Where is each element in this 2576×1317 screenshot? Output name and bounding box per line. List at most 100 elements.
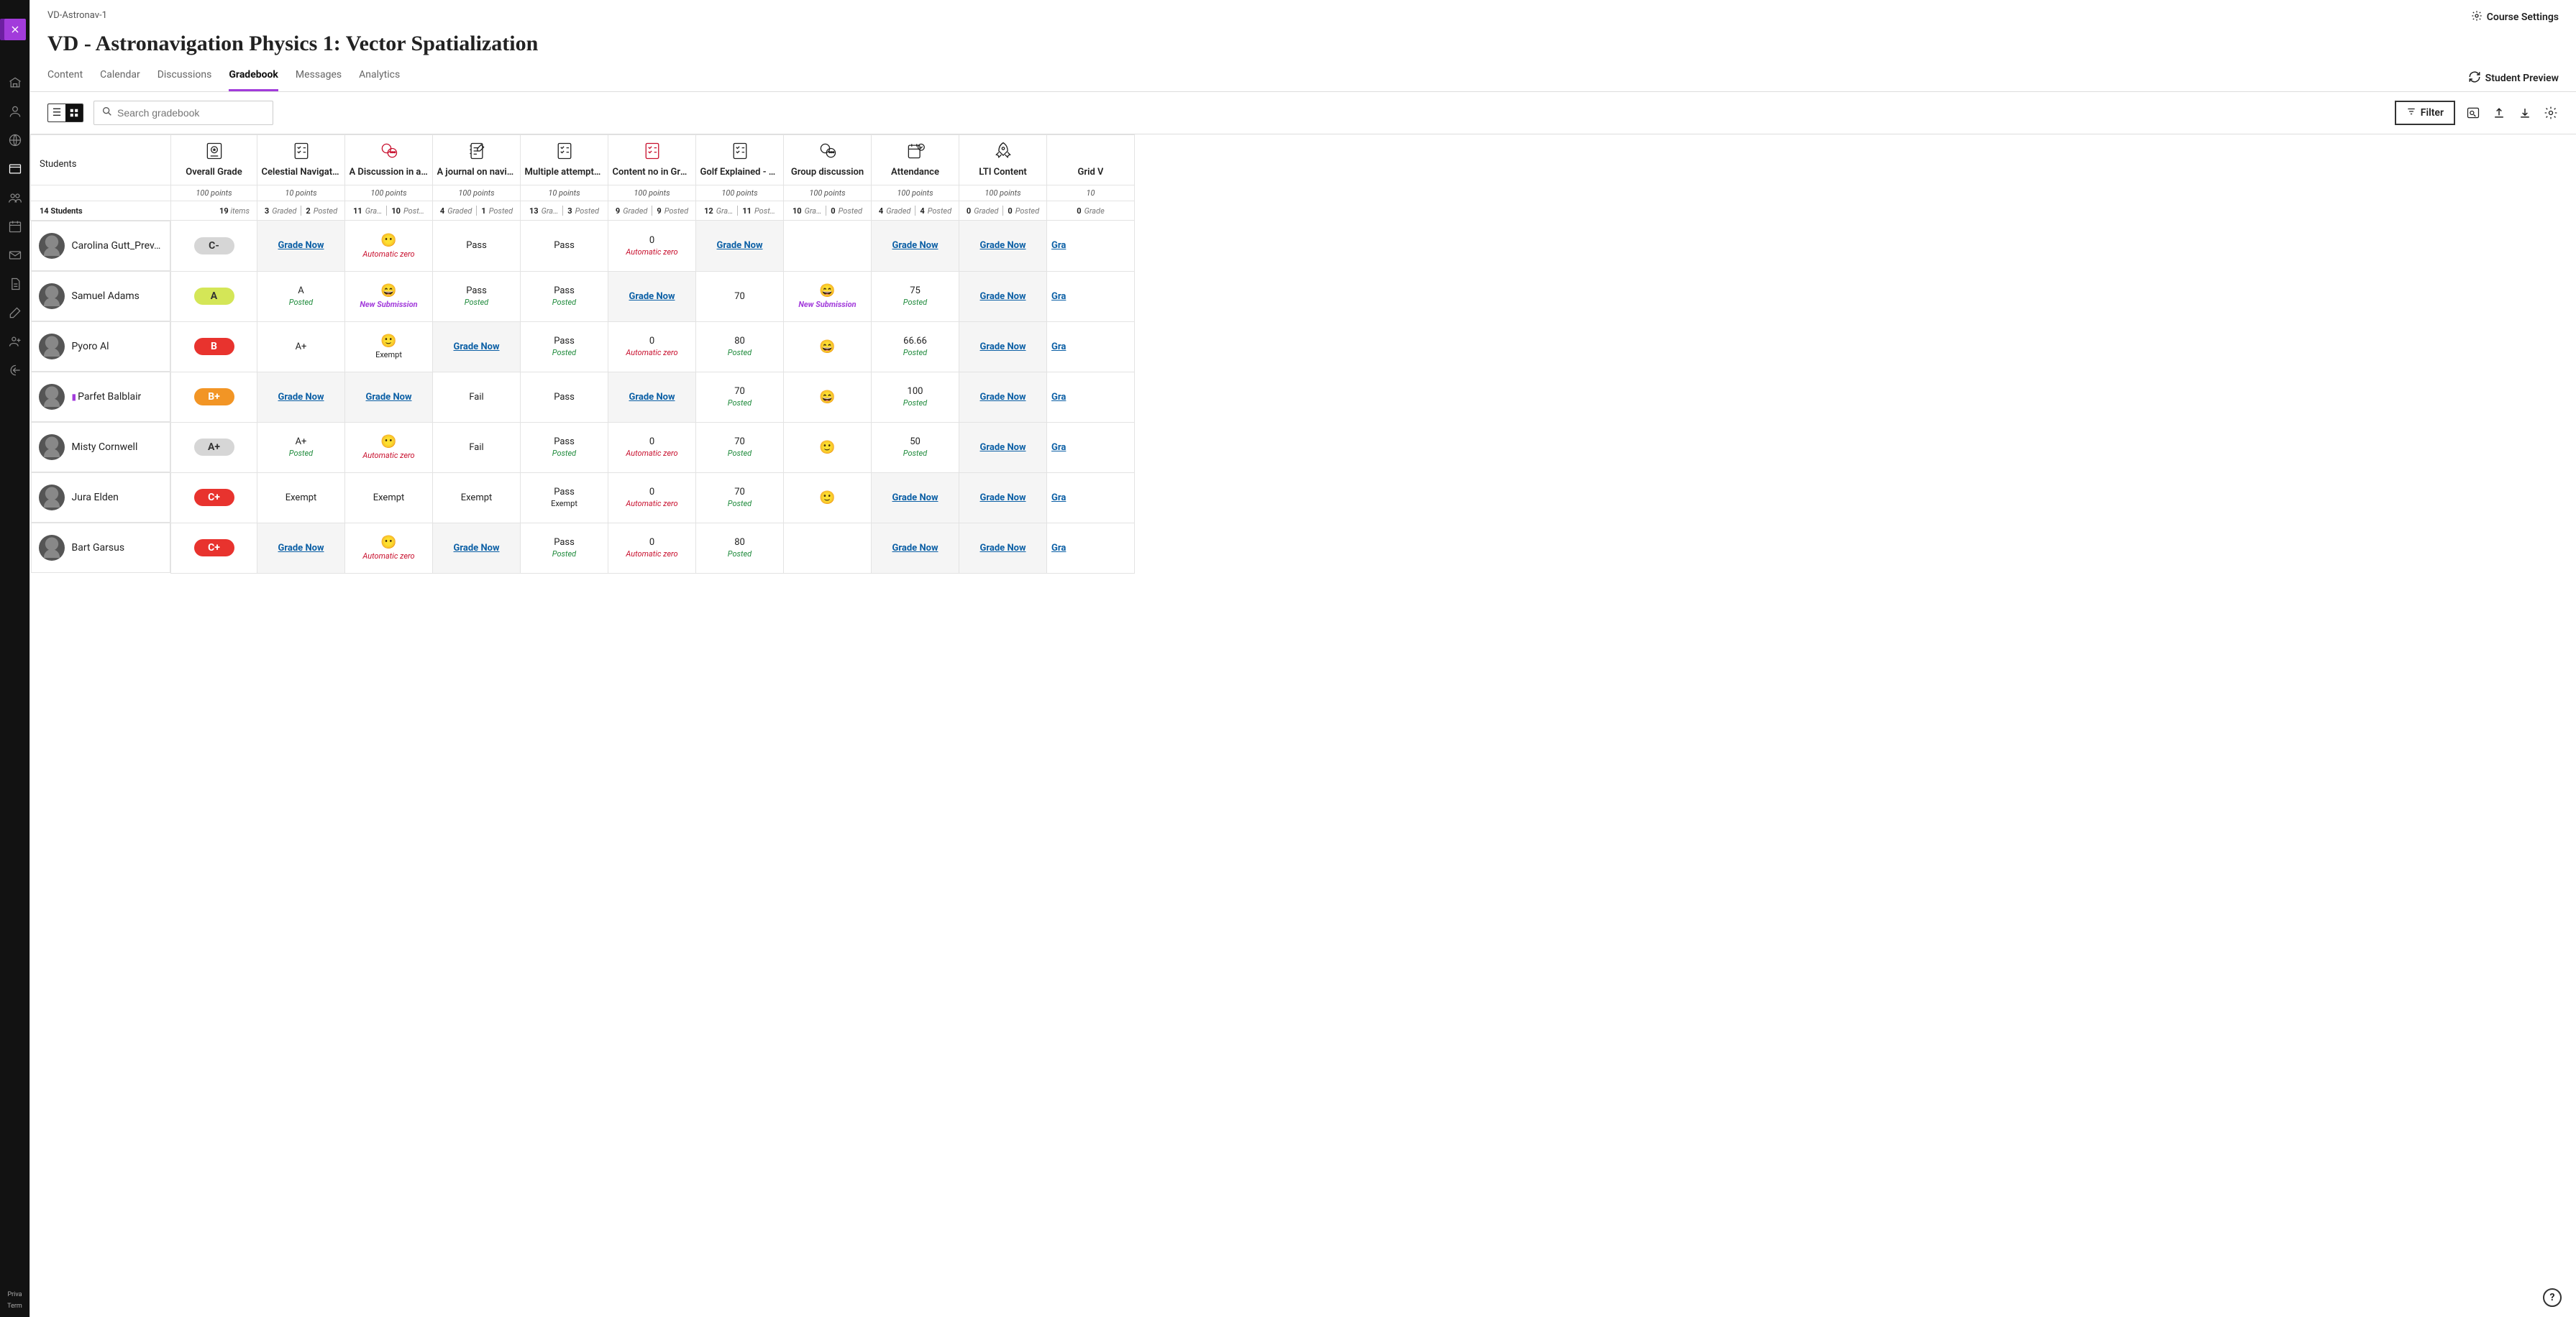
grade-cell[interactable]: 80Posted <box>696 321 784 372</box>
grade-cell[interactable]: 50Posted <box>872 422 959 472</box>
grade-cell[interactable]: Grade Now <box>608 372 696 422</box>
student-name-cell[interactable]: Jura Elden <box>31 472 171 523</box>
overall-grade-cell[interactable]: A+ <box>171 422 257 472</box>
column-header[interactable]: Content no in Grad… <box>608 135 695 185</box>
grade-cell[interactable]: Grade Now <box>696 221 784 272</box>
grade-cell[interactable]: 70Posted <box>696 472 784 523</box>
edit-icon[interactable] <box>7 305 23 321</box>
grade-cell[interactable]: 0Automatic zero <box>608 321 696 372</box>
column-header[interactable]: Multiple attempts … <box>521 135 608 185</box>
grade-cell[interactable]: Fail <box>433 422 521 472</box>
help-button[interactable]: ? <box>2543 1288 2562 1307</box>
tab-gradebook[interactable]: Gradebook <box>229 69 278 91</box>
grade-cell[interactable]: 😄New Submission <box>345 271 433 321</box>
student-name-cell[interactable]: Bart Garsus <box>31 523 171 573</box>
grade-cell[interactable]: Exempt <box>257 472 345 523</box>
grade-cell[interactable]: 🙂Exempt <box>345 321 433 372</box>
column-header[interactable]: LTI Content <box>959 135 1046 185</box>
view-grid-button[interactable] <box>65 104 83 121</box>
grade-cell[interactable]: PassPosted <box>521 523 608 573</box>
grade-cell[interactable]: Grade Now <box>872 472 959 523</box>
grade-cell[interactable]: Grade Now <box>433 523 521 573</box>
grade-cell[interactable]: APosted <box>257 271 345 321</box>
grade-cell[interactable]: Exempt <box>345 472 433 523</box>
grade-cell[interactable]: Grade Now <box>959 221 1047 272</box>
grade-cell[interactable]: Pass <box>521 221 608 272</box>
column-header[interactable]: Golf Explained - Ru… <box>696 135 783 185</box>
tab-discussions[interactable]: Discussions <box>157 69 212 91</box>
search-input[interactable] <box>113 104 265 121</box>
grade-cell[interactable]: PassPosted <box>521 321 608 372</box>
grade-cell[interactable] <box>784 523 872 573</box>
grade-cell[interactable]: Grade Now <box>257 221 345 272</box>
student-preview-button[interactable]: Student Preview <box>2468 69 2559 87</box>
grade-cell[interactable]: 66.66Posted <box>872 321 959 372</box>
overall-grade-cell[interactable]: A <box>171 271 257 321</box>
grade-cell[interactable]: 0Automatic zero <box>608 472 696 523</box>
overall-grade-cell[interactable]: B <box>171 321 257 372</box>
grade-cell[interactable]: 0Automatic zero <box>608 221 696 272</box>
student-name-cell[interactable]: ▮Parfet Balblair <box>31 372 171 422</box>
grade-cell[interactable]: 80Posted <box>696 523 784 573</box>
grade-cell[interactable]: PassPosted <box>521 422 608 472</box>
column-header[interactable]: A Discussion in a C… <box>345 135 432 185</box>
grade-cell[interactable]: 70Posted <box>696 422 784 472</box>
courses-icon[interactable] <box>7 161 23 177</box>
settings-gear-icon[interactable] <box>2543 105 2559 121</box>
close-panel-button[interactable] <box>4 19 26 40</box>
grade-cell[interactable]: Pass <box>433 221 521 272</box>
grade-cell[interactable]: 75Posted <box>872 271 959 321</box>
grade-cell[interactable]: Gra <box>1047 271 1135 321</box>
course-settings-link[interactable]: Course Settings <box>2471 10 2559 24</box>
groups-icon[interactable] <box>7 190 23 206</box>
signout-icon[interactable] <box>7 362 23 378</box>
tab-calendar[interactable]: Calendar <box>100 69 140 91</box>
grade-cell[interactable]: 🙂 <box>784 422 872 472</box>
grade-cell[interactable]: 😶Automatic zero <box>345 221 433 272</box>
grade-cell[interactable]: Gra <box>1047 321 1135 372</box>
grade-cell[interactable]: Grade Now <box>608 271 696 321</box>
upload-icon[interactable] <box>2491 105 2507 121</box>
grade-cell[interactable]: 😶Automatic zero <box>345 523 433 573</box>
students-header[interactable]: Students <box>31 135 171 185</box>
grade-cell[interactable]: Gra <box>1047 472 1135 523</box>
grade-cell[interactable]: PassExempt <box>521 472 608 523</box>
grade-cell[interactable]: 😄New Submission <box>784 271 872 321</box>
grade-cell[interactable]: Grade Now <box>959 321 1047 372</box>
calendar-icon[interactable] <box>7 219 23 234</box>
grade-cell[interactable]: Grade Now <box>257 523 345 573</box>
grade-cell[interactable]: Grade Now <box>345 372 433 422</box>
student-name-cell[interactable]: Misty Cornwell <box>31 422 171 472</box>
download-icon[interactable] <box>2517 105 2533 121</box>
grade-cell[interactable]: Grade Now <box>959 472 1047 523</box>
grade-cell[interactable]: Gra <box>1047 422 1135 472</box>
institution-icon[interactable] <box>7 75 23 91</box>
overall-grade-cell[interactable]: B+ <box>171 372 257 422</box>
grade-cell[interactable]: 🙂 <box>784 472 872 523</box>
column-header[interactable]: Attendance <box>872 135 959 185</box>
grade-cell[interactable]: 😄 <box>784 321 872 372</box>
grade-cell[interactable] <box>784 221 872 272</box>
grade-cell[interactable]: A+Posted <box>257 422 345 472</box>
messages-icon[interactable] <box>7 247 23 263</box>
grade-cell[interactable]: 100Posted <box>872 372 959 422</box>
student-name-cell[interactable]: Carolina Gutt_Prev… <box>31 221 171 271</box>
insight-icon[interactable] <box>2465 105 2481 121</box>
grade-cell[interactable]: 😄 <box>784 372 872 422</box>
profile-icon[interactable] <box>7 104 23 119</box>
grade-cell[interactable]: Pass <box>521 372 608 422</box>
grade-cell[interactable]: A+ <box>257 321 345 372</box>
grade-cell[interactable]: Gra <box>1047 372 1135 422</box>
document-icon[interactable] <box>7 276 23 292</box>
grade-cell[interactable]: Gra <box>1047 523 1135 573</box>
overall-grade-cell[interactable]: C+ <box>171 523 257 573</box>
filter-button[interactable]: Filter <box>2395 101 2455 125</box>
student-name-cell[interactable]: Samuel Adams <box>31 271 171 321</box>
grade-cell[interactable]: 😶Automatic zero <box>345 422 433 472</box>
grade-cell[interactable]: Exempt <box>433 472 521 523</box>
gradebook-grid-scroll[interactable]: Students Overall Grade Celestial Navigat… <box>30 134 2576 1317</box>
grade-cell[interactable]: 70Posted <box>696 372 784 422</box>
grade-cell[interactable]: Grade Now <box>872 523 959 573</box>
grade-cell[interactable]: PassPosted <box>521 271 608 321</box>
overall-grade-cell[interactable]: C- <box>171 221 257 272</box>
